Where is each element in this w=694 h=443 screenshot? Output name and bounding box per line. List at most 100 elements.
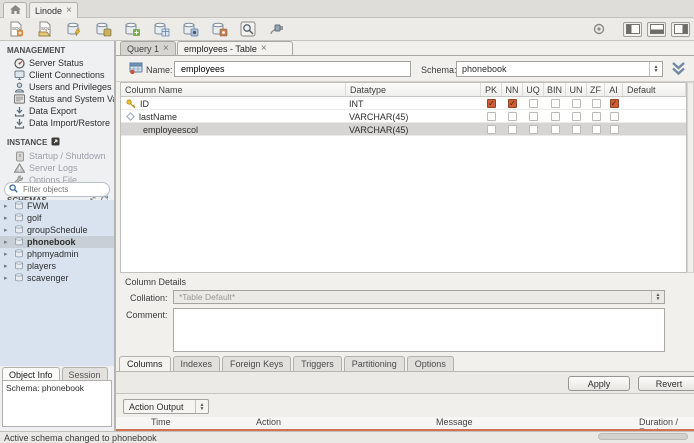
grid-vertical-scrollbar[interactable] [687,82,694,273]
toggle-left-sidebar[interactable] [623,21,642,37]
close-icon[interactable]: × [261,43,267,53]
expand-arrow-icon[interactable]: ▸ [4,250,11,258]
schema-tree-item-players[interactable]: ▸ players [0,260,114,272]
zf-checkbox[interactable] [591,125,601,134]
new-schema-icon[interactable] [121,20,143,38]
new-routine-icon[interactable] [208,20,230,38]
tab-triggers[interactable]: Triggers [293,356,342,371]
zf-checkbox[interactable] [591,112,601,121]
pk-checkbox[interactable]: ✓ [487,99,496,108]
connect-database-icon[interactable] [92,20,114,38]
un-checkbox[interactable] [572,112,581,121]
un-checkbox[interactable] [572,125,581,134]
apply-button[interactable]: Apply [568,376,630,391]
editor-tab-employees-table[interactable]: employees - Table × [177,41,293,55]
query-database-icon[interactable] [63,20,85,38]
home-tab[interactable] [3,2,27,18]
expand-arrow-icon[interactable]: ▸ [4,262,11,270]
ai-checkbox[interactable]: ✓ [609,99,619,108]
schema-tree-item-phonebook[interactable]: ▸ phonebook [0,236,114,248]
pk-checkbox[interactable] [487,125,496,134]
schema-tree-item-fwm[interactable]: ▸ FWM [0,200,114,212]
tab-options[interactable]: Options [406,356,454,371]
tab-foreign-keys[interactable]: Foreign Keys [222,356,292,371]
column-header-uq[interactable]: UQ [523,83,544,96]
sidebar-item-server-status[interactable]: Server Status [0,57,114,69]
schema-tree-item-golf[interactable]: ▸ golf [0,212,114,224]
nn-checkbox[interactable]: ✓ [508,99,517,108]
column-header-datatype[interactable]: Datatype [346,83,481,96]
new-query-tab-icon[interactable]: SQL [5,20,27,38]
sidebar-item-users-and-privileges[interactable]: Users and Privileges [0,81,114,93]
nn-checkbox[interactable] [508,125,517,134]
sidebar-item-client-connections[interactable]: Client Connections [0,69,114,81]
toggle-right-sidebar[interactable] [671,21,690,37]
column-header-zf[interactable]: ZF [587,83,605,96]
schema-select[interactable]: phonebook ▲ ▼ [456,61,663,77]
close-icon[interactable]: × [66,5,72,15]
tab-object-info[interactable]: Object Info [2,367,60,381]
ai-checkbox[interactable] [609,112,619,121]
comment-textarea[interactable] [173,308,665,352]
bin-checkbox[interactable] [550,125,560,134]
column-header-bin[interactable]: BIN [544,83,566,96]
connection-tab-linode[interactable]: Linode × [29,2,78,18]
new-view-icon[interactable] [179,20,201,38]
sidebar-item-data-import-restore[interactable]: Data Import/Restore [0,117,114,129]
sidebar-item-startup-shutdown[interactable]: Startup / Shutdown [0,150,114,162]
column-row-lastname[interactable]: lastName VARCHAR(45) [121,110,686,123]
sidebar-item-server-logs[interactable]: Server Logs [0,162,114,174]
horizontal-scrollbar-thumb[interactable] [598,433,688,440]
column-row-employeescol[interactable]: employeescol VARCHAR(45) [121,123,686,136]
table-name-input[interactable] [179,63,406,75]
column-header-default[interactable]: Default [623,83,686,96]
expand-arrow-icon[interactable]: ▸ [4,226,11,234]
close-icon[interactable]: × [163,43,169,53]
uq-checkbox[interactable] [529,125,538,134]
toggle-bottom-panel[interactable] [647,21,666,37]
action-output-header-message[interactable]: Message [436,417,473,427]
schema-tree-item-scavenger[interactable]: ▸ scavenger [0,272,114,284]
bin-checkbox[interactable] [550,112,560,121]
ai-checkbox[interactable] [609,125,619,134]
open-sql-script-icon[interactable]: SQL [34,20,56,38]
column-header-column-name[interactable]: Column Name [121,83,346,96]
new-table-icon[interactable] [150,20,172,38]
collation-select[interactable]: *Table Default* ▲ ▼ [173,290,665,304]
expand-arrow-icon[interactable]: ▸ [4,202,11,210]
collapse-header-chevrons-icon[interactable] [670,61,687,78]
column-header-ai[interactable]: AI [605,83,623,96]
uq-checkbox[interactable] [529,112,538,121]
action-output-select[interactable]: Action Output ▲ ▼ [123,399,209,414]
zf-checkbox[interactable] [591,99,601,108]
editor-tab-query-1[interactable]: Query 1 × [120,41,176,55]
reconnect-dbms-icon[interactable] [266,20,288,38]
schema-tree-item-phpmyadmin[interactable]: ▸ phpmyadmin [0,248,114,260]
uq-checkbox[interactable] [529,99,538,108]
column-header-pk[interactable]: PK [481,83,502,96]
nn-checkbox[interactable] [508,112,517,121]
tab-session[interactable]: Session [61,367,108,381]
tab-partitioning[interactable]: Partitioning [343,356,405,371]
schema-tree-item-groupschedule[interactable]: ▸ groupSchedule [0,224,114,236]
column-header-un[interactable]: UN [566,83,587,96]
tab-indexes[interactable]: Indexes [172,356,221,371]
search-data-icon[interactable] [237,20,259,38]
tab-columns[interactable]: Columns [119,356,171,371]
sidebar-item-data-export[interactable]: Data Export [0,105,114,117]
column-row-id[interactable]: ID INT ✓ ✓ ✓ [121,97,686,110]
schema-select-stepper-icon[interactable]: ▲ ▼ [649,62,662,76]
sidebar-item-status-and-system-variables[interactable]: Status and System Variables [0,93,114,105]
action-output-header-time[interactable]: Time [151,417,171,427]
column-header-nn[interactable]: NN [502,83,523,96]
un-checkbox[interactable] [572,99,581,108]
bin-checkbox[interactable] [550,99,560,108]
pk-checkbox[interactable] [487,112,496,121]
expand-arrow-icon[interactable]: ▸ [4,214,11,222]
gauge-icon [14,57,25,69]
expand-arrow-icon[interactable]: ▸ [4,238,11,246]
schema-filter-input[interactable] [21,184,101,195]
revert-button[interactable]: Revert [638,376,694,391]
action-output-header-action[interactable]: Action [256,417,281,427]
expand-arrow-icon[interactable]: ▸ [4,274,11,282]
